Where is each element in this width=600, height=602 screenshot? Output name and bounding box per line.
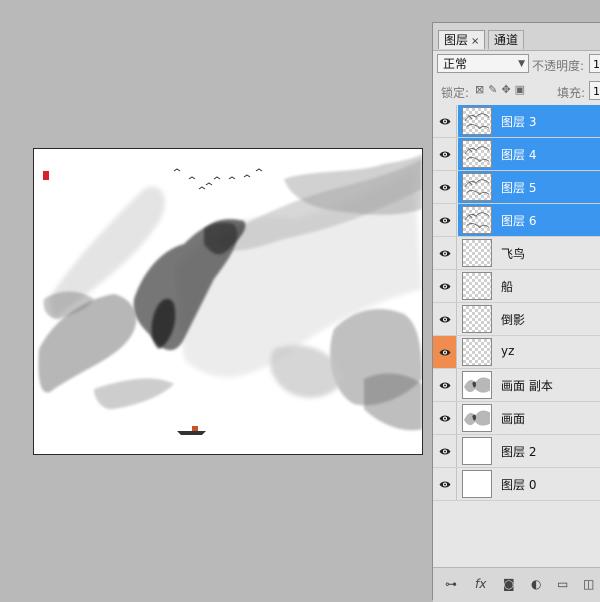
- lock-label: 锁定:: [441, 86, 470, 100]
- layer-name: 倒影: [501, 313, 526, 327]
- lock-transparent-icon[interactable]: ⊠: [475, 83, 488, 96]
- lock-move-icon[interactable]: ✥: [501, 83, 514, 96]
- fx-icon[interactable]: fx: [475, 577, 486, 591]
- layer-thumbnail: [462, 338, 492, 366]
- eye-icon[interactable]: [433, 138, 457, 170]
- mask-icon[interactable]: ◙: [503, 577, 515, 591]
- layer-body[interactable]: 图层 5: [458, 171, 600, 203]
- layer-row[interactable]: 图层 3: [433, 105, 600, 138]
- opacity-field[interactable]: 10: [589, 54, 600, 73]
- layer-body[interactable]: 图层 6: [458, 204, 600, 236]
- fill-label: 填充:: [557, 86, 586, 100]
- layer-name: 图层 0: [501, 478, 537, 492]
- eye-icon[interactable]: [433, 435, 457, 467]
- layer-row[interactable]: yz: [433, 336, 600, 369]
- document-canvas[interactable]: [33, 148, 423, 455]
- layer-row[interactable]: 图层 2: [433, 435, 600, 468]
- layer-thumbnail: [462, 470, 492, 498]
- layer-body[interactable]: 画面: [458, 402, 600, 434]
- adjustment-icon[interactable]: ◐: [531, 577, 541, 591]
- eye-icon[interactable]: [433, 468, 457, 500]
- ink-landscape-painting: [38, 154, 422, 435]
- layer-thumbnail: [462, 140, 492, 168]
- boat: [177, 426, 206, 435]
- panel-bottom-bar: ⊶ fx ◙ ◐ ▭ ◫: [433, 567, 600, 602]
- eye-icon[interactable]: [433, 105, 457, 137]
- panel-tabs: 图层 × 通道: [433, 23, 600, 51]
- layer-row[interactable]: 飞鸟: [433, 237, 600, 270]
- layer-body[interactable]: 画面 副本: [458, 369, 600, 401]
- layer-body[interactable]: 图层 3: [458, 105, 600, 137]
- layer-name: 图层 6: [501, 214, 537, 228]
- blend-mode-value: 正常: [443, 57, 468, 71]
- tab-channels[interactable]: 通道: [488, 30, 525, 49]
- layer-row[interactable]: 图层 6: [433, 204, 600, 237]
- layer-thumbnail: [462, 173, 492, 201]
- chevron-down-icon: ▼: [518, 59, 525, 69]
- layer-row[interactable]: 倒影: [433, 303, 600, 336]
- layer-body[interactable]: yz: [458, 336, 600, 368]
- layer-row[interactable]: 图层 0: [433, 468, 600, 501]
- layer-name: 画面 副本: [501, 379, 553, 393]
- layer-body[interactable]: 图层 4: [458, 138, 600, 170]
- layer-thumbnail: [462, 239, 492, 267]
- tab-layers[interactable]: 图层 ×: [438, 30, 486, 49]
- layer-row[interactable]: 图层 4: [433, 138, 600, 171]
- layer-name: 飞鸟: [501, 247, 526, 261]
- layer-body[interactable]: 倒影: [458, 303, 600, 335]
- red-seal: [43, 171, 49, 180]
- lock-icons: ⊠✎✥▣: [475, 83, 529, 96]
- layer-body[interactable]: 船: [458, 270, 600, 302]
- layer-name: 图层 3: [501, 115, 537, 129]
- layer-thumbnail: [462, 404, 492, 432]
- layer-thumbnail: [462, 206, 492, 234]
- layer-list: 图层 3 图层 4 图层 5 图层 6 飞鸟船倒影 yz 画面 副本画面图层 2 图层 0: [433, 105, 600, 501]
- layer-row[interactable]: 画面 副本: [433, 369, 600, 402]
- fill-field[interactable]: 10: [589, 81, 600, 100]
- layer-name: 船: [501, 280, 514, 294]
- layer-thumbnail: [462, 272, 492, 300]
- layer-options: 正常 ▼ 不透明度: 10 锁定: ⊠✎✥▣ 填充: 10: [433, 51, 600, 107]
- layer-row[interactable]: 船: [433, 270, 600, 303]
- layer-name: 图层 5: [501, 181, 537, 195]
- eye-icon[interactable]: [433, 336, 457, 368]
- lock-paint-icon[interactable]: ✎: [488, 83, 501, 96]
- layer-name: 图层 2: [501, 445, 537, 459]
- eye-icon[interactable]: [433, 204, 457, 236]
- layer-row[interactable]: 画面: [433, 402, 600, 435]
- link-icon[interactable]: ⊶: [445, 577, 457, 591]
- eye-icon[interactable]: [433, 369, 457, 401]
- folder-icon[interactable]: ▭: [557, 577, 568, 591]
- layer-thumbnail: [462, 305, 492, 333]
- layer-name: 图层 4: [501, 148, 537, 162]
- eye-icon[interactable]: [433, 303, 457, 335]
- layer-body[interactable]: 飞鸟: [458, 237, 600, 269]
- layer-body[interactable]: 图层 0: [458, 468, 600, 500]
- eye-icon[interactable]: [433, 402, 457, 434]
- blend-mode-select[interactable]: 正常 ▼: [437, 54, 529, 73]
- eye-icon[interactable]: [433, 237, 457, 269]
- layer-name: yz: [501, 344, 515, 358]
- opacity-label: 不透明度:: [532, 59, 585, 73]
- lock-all-icon[interactable]: ▣: [515, 83, 529, 96]
- layer-name: 画面: [501, 412, 526, 426]
- tab-layers-label: 图层: [444, 33, 469, 47]
- layers-panel: 图层× 通道 正常 ▼ 不透明度: 10 锁定: ⊠✎✥▣ 填充: 10 图层 …: [432, 22, 600, 602]
- close-icon[interactable]: ×: [471, 36, 479, 47]
- tab-channels-label: 通道: [494, 33, 519, 47]
- layer-body[interactable]: 图层 2: [458, 435, 600, 467]
- new-layer-icon[interactable]: ◫: [583, 577, 594, 591]
- layer-thumbnail: [462, 371, 492, 399]
- layer-thumbnail: [462, 107, 492, 135]
- eye-icon[interactable]: [433, 171, 457, 203]
- layer-row[interactable]: 图层 5: [433, 171, 600, 204]
- layer-thumbnail: [462, 437, 492, 465]
- eye-icon[interactable]: [433, 270, 457, 302]
